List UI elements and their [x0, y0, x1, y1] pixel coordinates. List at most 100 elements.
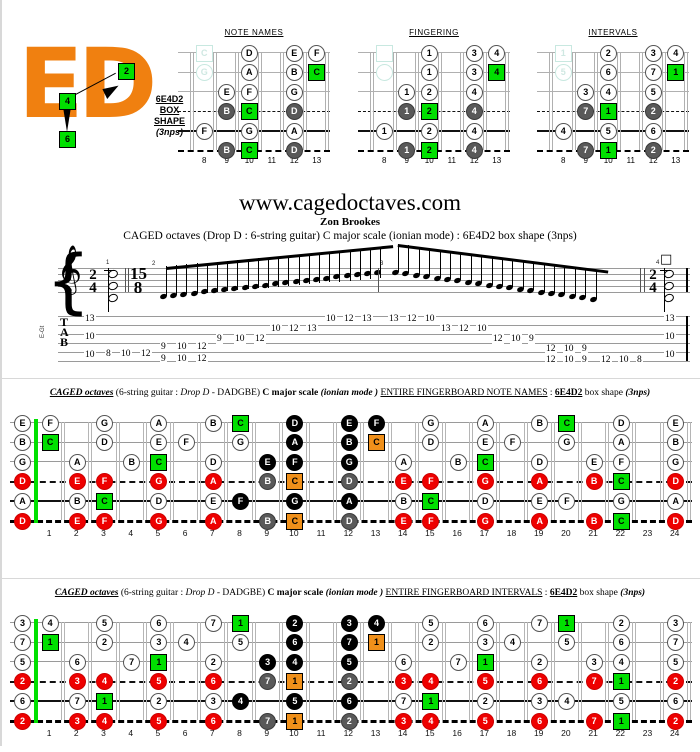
- fretboard-note-marker[interactable]: G: [286, 492, 304, 510]
- fretboard-note-marker[interactable]: A: [204, 473, 222, 491]
- fretboard-note-marker[interactable]: 1: [286, 712, 304, 730]
- fretboard-note-marker[interactable]: 5: [667, 653, 685, 671]
- fretboard-note-marker[interactable]: B: [585, 473, 603, 491]
- box-note-marker[interactable]: 4: [554, 122, 572, 140]
- fretboard-note-marker[interactable]: 2: [612, 614, 630, 632]
- box-note-marker[interactable]: A: [285, 122, 303, 140]
- fretboard-note-marker[interactable]: 3: [395, 712, 413, 730]
- box-note-marker[interactable]: F: [240, 83, 258, 101]
- fretboard-note-marker[interactable]: 5: [422, 614, 440, 632]
- box-note-marker[interactable]: D: [285, 142, 303, 159]
- fretboard-note-marker[interactable]: 6: [340, 692, 358, 710]
- box-note-marker[interactable]: 4: [488, 64, 506, 81]
- box-note-marker[interactable]: B: [285, 64, 303, 81]
- fretboard-note-marker[interactable]: B: [667, 434, 685, 452]
- box-note-marker[interactable]: C: [240, 103, 258, 120]
- box-note-marker[interactable]: D: [240, 44, 258, 62]
- fretboard-note-marker[interactable]: 3: [340, 614, 358, 632]
- fretboard-note-marker[interactable]: 2: [667, 673, 685, 691]
- fretboard-note-marker[interactable]: A: [667, 492, 685, 510]
- fretboard-note-marker[interactable]: A: [395, 453, 413, 471]
- fretboard-note-marker[interactable]: 4: [177, 634, 195, 652]
- fretboard-note-marker[interactable]: F: [422, 512, 440, 530]
- fretboard-note-marker[interactable]: 4: [504, 634, 521, 652]
- box-note-marker[interactable]: G: [240, 122, 258, 140]
- fretboard-note-marker[interactable]: B: [585, 512, 603, 530]
- fretboard-note-marker[interactable]: 7: [68, 692, 86, 710]
- fretboard-note-marker[interactable]: F: [558, 492, 576, 510]
- fretboard-note-marker[interactable]: B: [68, 492, 86, 510]
- fretboard-note-marker[interactable]: C: [558, 414, 576, 432]
- box-note-marker[interactable]: 4: [465, 122, 483, 140]
- fretboard-note-marker[interactable]: E: [68, 473, 86, 491]
- fretboard-note-marker[interactable]: 2: [667, 712, 685, 730]
- fretboard-note-marker[interactable]: E: [340, 414, 358, 432]
- fretboard-note-marker[interactable]: 4: [612, 653, 630, 671]
- fretboard-note-marker[interactable]: C: [96, 492, 113, 510]
- box-note-marker[interactable]: 4: [599, 83, 617, 101]
- fretboard-note-marker[interactable]: 6: [531, 673, 549, 691]
- box-note-marker[interactable]: B: [218, 103, 236, 120]
- fretboard-note-marker[interactable]: G: [612, 492, 630, 510]
- fretboard-note-marker[interactable]: 2: [286, 614, 304, 632]
- fretboard-note-marker[interactable]: F: [612, 453, 630, 471]
- fretboard-note-marker[interactable]: 2: [204, 653, 222, 671]
- fretboard-note-marker[interactable]: B: [395, 492, 413, 510]
- fretboard-note-marker[interactable]: 3: [204, 692, 222, 710]
- fretboard-note-marker[interactable]: 5: [232, 634, 249, 652]
- open-string-marker[interactable]: B: [14, 434, 31, 452]
- fretboard-note-marker[interactable]: 7: [585, 712, 603, 730]
- fretboard-note-marker[interactable]: 4: [558, 692, 576, 710]
- box-note-marker[interactable]: 3: [465, 64, 483, 81]
- fretboard-note-marker[interactable]: G: [422, 414, 440, 432]
- fretboard-note-marker[interactable]: 1: [558, 614, 576, 632]
- box-note-marker[interactable]: E: [218, 83, 236, 101]
- fretboard-note-marker[interactable]: 2: [422, 634, 440, 652]
- fretboard-note-marker[interactable]: F: [422, 473, 440, 491]
- box-note-marker[interactable]: [375, 44, 393, 62]
- fretboard-note-marker[interactable]: B: [204, 414, 222, 432]
- fretboard-note-marker[interactable]: 2: [340, 712, 358, 730]
- box-note-marker[interactable]: 1: [375, 122, 393, 140]
- fretboard-note-marker[interactable]: B: [123, 453, 141, 471]
- fretboard-note-marker[interactable]: 6: [204, 712, 222, 730]
- box-note-marker[interactable]: 1: [398, 83, 416, 101]
- box-note-marker[interactable]: A: [240, 64, 258, 81]
- fretboard-note-marker[interactable]: E: [585, 453, 603, 471]
- fretboard-note-marker[interactable]: D: [150, 492, 168, 510]
- fretboard-note-marker[interactable]: B: [259, 512, 277, 530]
- fretboard-note-marker[interactable]: 1: [612, 712, 630, 730]
- fretboard-note-marker[interactable]: 3: [585, 653, 603, 671]
- box-note-marker[interactable]: 1: [420, 44, 438, 62]
- box-note-marker[interactable]: F: [195, 122, 213, 140]
- fretboard-note-marker[interactable]: 6: [667, 692, 685, 710]
- fretboard-note-marker[interactable]: F: [232, 492, 249, 510]
- fretboard-note-marker[interactable]: C: [150, 453, 168, 471]
- fretboard-note-marker[interactable]: D: [531, 453, 549, 471]
- fretboard-note-marker[interactable]: C: [422, 492, 440, 510]
- box-note-marker[interactable]: 2: [420, 83, 438, 101]
- fretboard-note-marker[interactable]: 6: [204, 673, 222, 691]
- fretboard-note-marker[interactable]: 5: [612, 692, 630, 710]
- fretboard-note-marker[interactable]: 6: [612, 634, 630, 652]
- fretboard-note-marker[interactable]: 2: [531, 653, 549, 671]
- fretboard-note-marker[interactable]: 6: [531, 712, 549, 730]
- box-note-marker[interactable]: 2: [644, 103, 662, 120]
- fretboard-note-marker[interactable]: 6: [286, 634, 304, 652]
- open-string-marker[interactable]: G: [14, 453, 31, 471]
- fretboard-note-marker[interactable]: D: [340, 512, 358, 530]
- fretboard-note-marker[interactable]: 1: [41, 634, 59, 652]
- fretboard-note-marker[interactable]: 7: [449, 653, 467, 671]
- fretboard-note-marker[interactable]: G: [476, 512, 494, 530]
- box-note-marker[interactable]: 1: [599, 103, 617, 120]
- box-note-marker[interactable]: 6: [599, 64, 617, 81]
- fretboard-note-marker[interactable]: C: [612, 512, 630, 530]
- box-note-marker[interactable]: 1: [554, 44, 572, 62]
- fretboard-note-marker[interactable]: D: [667, 473, 685, 491]
- fretboard-note-marker[interactable]: 3: [476, 634, 494, 652]
- fretboard-note-marker[interactable]: A: [531, 512, 549, 530]
- fretboard-note-marker[interactable]: C: [612, 473, 630, 491]
- fretboard-note-marker[interactable]: G: [476, 473, 494, 491]
- fretboard-note-marker[interactable]: E: [395, 512, 413, 530]
- fretboard-note-marker[interactable]: G: [150, 473, 168, 491]
